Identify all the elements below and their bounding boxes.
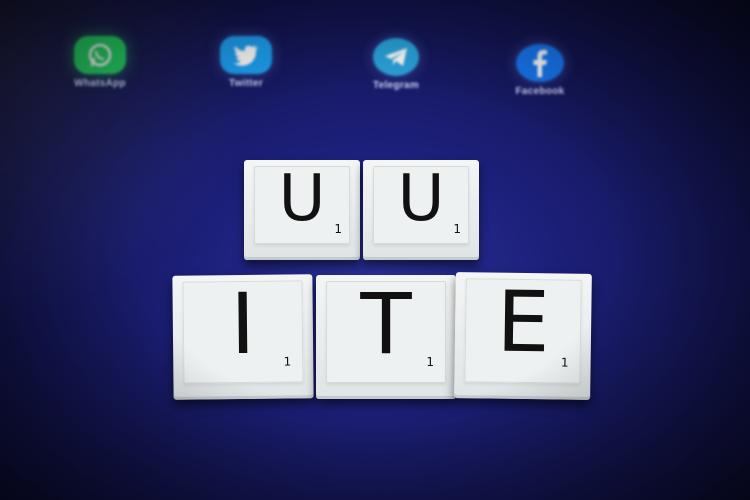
tile-letter: T bbox=[360, 275, 412, 373]
tile-score: 1 bbox=[560, 355, 569, 370]
tile-letter: E bbox=[495, 272, 551, 372]
twitter-glyph bbox=[233, 45, 258, 66]
letter-tile-u: U 1 bbox=[363, 160, 479, 260]
whatsapp-label: WhatsApp bbox=[74, 78, 126, 89]
twitter-label: Twitter bbox=[228, 78, 264, 89]
letter-tile-i: I 1 bbox=[172, 274, 314, 400]
whatsapp-icon bbox=[74, 36, 126, 74]
telegram-label: Telegram bbox=[372, 80, 420, 91]
app-twitter[interactable]: Twitter bbox=[186, 36, 306, 89]
tile-letter: I bbox=[229, 274, 256, 374]
telegram-icon bbox=[373, 38, 419, 76]
tile-score: 1 bbox=[334, 222, 342, 236]
twitter-icon bbox=[220, 36, 272, 74]
facebook-glyph bbox=[533, 50, 547, 77]
tile-score: 1 bbox=[283, 354, 292, 369]
facebook-label: Facebook bbox=[515, 86, 565, 97]
tile-score: 1 bbox=[453, 222, 461, 236]
facebook-icon bbox=[516, 44, 564, 82]
whatsapp-glyph bbox=[88, 43, 112, 67]
letter-tile-t: T 1 bbox=[316, 275, 456, 399]
tile-score: 1 bbox=[426, 355, 434, 369]
telegram-glyph bbox=[385, 48, 407, 66]
tile-letter: U bbox=[278, 162, 326, 236]
app-facebook[interactable]: Facebook bbox=[480, 44, 600, 97]
letter-tile-e: E 1 bbox=[454, 272, 592, 400]
app-telegram[interactable]: Telegram bbox=[336, 38, 456, 91]
app-whatsapp[interactable]: WhatsApp bbox=[40, 36, 160, 89]
tile-letter: U bbox=[397, 162, 445, 236]
letter-tile-u: U 1 bbox=[244, 160, 360, 260]
